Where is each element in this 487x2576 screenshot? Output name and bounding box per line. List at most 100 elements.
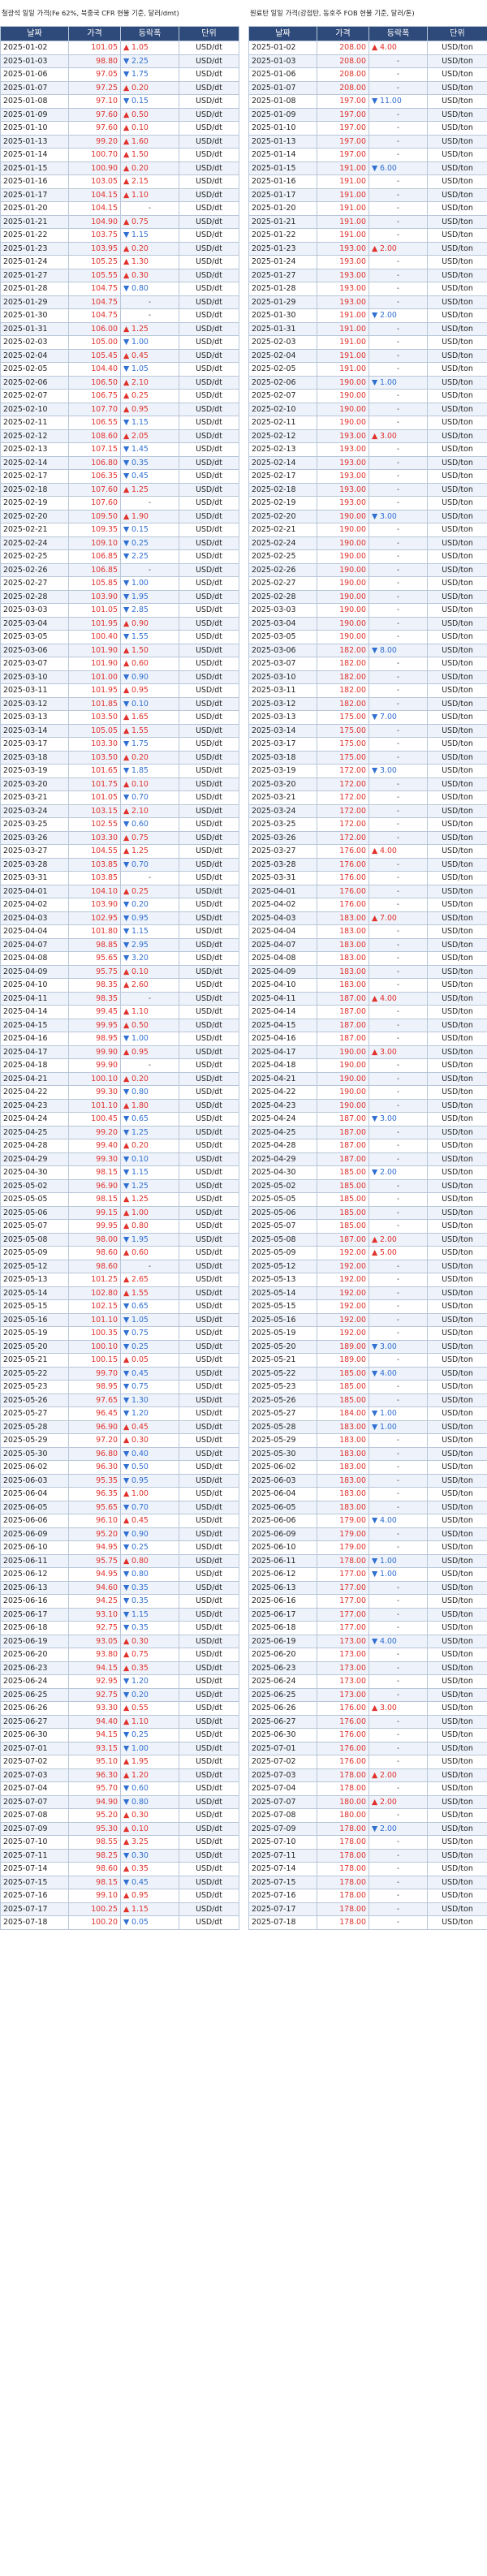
- change-cell: ▲ 5.00: [368, 1246, 428, 1260]
- date-cell: 2025-01-20: [0, 201, 69, 216]
- change-cell: ▼ 0.10: [120, 696, 179, 711]
- change-value: -: [396, 686, 400, 695]
- change-cell: -: [368, 1875, 428, 1889]
- unit-cell: USD/ton: [427, 1755, 487, 1769]
- change-value: 0.75: [131, 217, 149, 226]
- table-row: 2025-01-14 100.70 ▲ 1.50 USD/dt: [0, 148, 239, 162]
- table-row: 2025-01-03 208.00- USD/ton: [248, 54, 487, 68]
- date-cell: 2025-02-14: [248, 455, 317, 470]
- unit-cell: USD/ton: [427, 1862, 487, 1876]
- change-value: -: [396, 927, 400, 936]
- unit-cell: USD/ton: [427, 1580, 487, 1595]
- change-value: -: [396, 967, 400, 976]
- change-value: -: [396, 886, 400, 896]
- change-cell: ▼ 0.75: [120, 1326, 179, 1341]
- change-value: 0.55: [131, 1704, 149, 1712]
- unit-cell: USD/ton: [427, 803, 487, 818]
- change-value: 0.25: [131, 1342, 149, 1351]
- date-cell: 2025-06-17: [0, 1607, 69, 1622]
- unit-cell: USD/ton: [427, 1875, 487, 1889]
- table-row: 2025-07-10 98.55 ▲ 3.25 USD/dt: [0, 1835, 239, 1850]
- unit-cell: USD/ton: [427, 1139, 487, 1153]
- table-row: 2025-04-10 98.35 ▲ 2.60 USD/dt: [0, 978, 239, 993]
- table-row: 2025-04-02 176.00- USD/ton: [248, 898, 487, 912]
- down-arrow-icon: ▼: [123, 1877, 130, 1887]
- unit-cell: USD/ton: [427, 241, 487, 256]
- unit-cell: USD/dt: [179, 1687, 239, 1702]
- table-row: 2025-03-11 182.00- USD/ton: [248, 683, 487, 698]
- table-row: 2025-02-19 193.00- USD/ton: [248, 496, 487, 510]
- price-cell: 101.05: [68, 790, 121, 805]
- date-cell: 2025-06-04: [0, 1487, 69, 1501]
- change-value: 1.15: [131, 418, 149, 427]
- table-row: 2025-02-27 105.85 ▼ 1.00 USD/dt: [0, 576, 239, 591]
- unit-cell: USD/ton: [427, 362, 487, 377]
- down-arrow-icon: ▼: [123, 56, 130, 66]
- change-value: 0.35: [131, 1596, 149, 1605]
- price-cell: 106.75: [68, 389, 121, 403]
- date-cell: 2025-06-13: [0, 1580, 69, 1595]
- unit-cell: USD/dt: [179, 657, 239, 671]
- change-cell: ▼ 0.90: [120, 670, 179, 684]
- price-cell: 98.60: [68, 1259, 121, 1273]
- price-cell: 101.95: [68, 616, 121, 631]
- down-arrow-icon: ▼: [123, 1315, 130, 1325]
- unit-cell: USD/ton: [427, 282, 487, 296]
- date-cell: 2025-04-23: [248, 1098, 317, 1113]
- change-cell: ▼ 0.20: [120, 898, 179, 912]
- unit-cell: USD/dt: [179, 1714, 239, 1729]
- date-cell: 2025-04-25: [248, 1125, 317, 1139]
- table-row: 2025-04-18 190.00- USD/ton: [248, 1058, 487, 1073]
- table-row: 2025-02-12 193.00 ▲ 3.00 USD/ton: [248, 429, 487, 443]
- date-cell: 2025-02-19: [248, 496, 317, 510]
- down-arrow-icon: ▼: [372, 311, 378, 320]
- table-row: 2025-07-11 178.00- USD/ton: [248, 1848, 487, 1863]
- date-cell: 2025-01-13: [0, 134, 69, 149]
- change-cell: -: [368, 803, 428, 818]
- date-cell: 2025-04-04: [0, 924, 69, 939]
- price-cell: 106.55: [68, 416, 121, 430]
- change-value: -: [396, 1208, 400, 1217]
- date-cell: 2025-05-19: [0, 1326, 69, 1341]
- change-value: 1.30: [131, 1395, 149, 1405]
- price-cell: 104.15: [68, 187, 121, 202]
- table-row: 2025-04-14 187.00- USD/ton: [248, 1005, 487, 1019]
- change-value: -: [396, 1382, 400, 1391]
- table-row: 2025-06-02 96.30 ▼ 0.50 USD/dt: [0, 1460, 239, 1475]
- down-arrow-icon: ▼: [123, 418, 130, 427]
- table-row: 2025-02-17 106.35 ▼ 0.45 USD/dt: [0, 469, 239, 484]
- table-row: 2025-01-28 193.00- USD/ton: [248, 282, 487, 296]
- price-cell: 99.10: [68, 1889, 121, 1903]
- price-cell: 185.00: [317, 1219, 369, 1234]
- price-cell: 94.95: [68, 1567, 121, 1582]
- unit-cell: USD/ton: [427, 1621, 487, 1635]
- unit-cell: USD/ton: [427, 589, 487, 604]
- table-row: 2025-07-04 95.70 ▼ 0.60 USD/dt: [0, 1781, 239, 1796]
- change-value: 1.25: [131, 846, 149, 855]
- table-row: 2025-02-20 109.50 ▲ 1.90 USD/dt: [0, 509, 239, 523]
- date-cell: 2025-06-04: [248, 1487, 317, 1501]
- unit-cell: USD/dt: [179, 1621, 239, 1635]
- change-value: 3.00: [380, 511, 397, 521]
- change-value: -: [148, 1261, 152, 1271]
- price-cell: 100.15: [68, 1353, 121, 1368]
- table-row: 2025-02-18 107.60 ▲ 1.25 USD/dt: [0, 482, 239, 497]
- change-cell: -: [368, 978, 428, 993]
- table-row: 2025-04-21 190.00- USD/ton: [248, 1071, 487, 1086]
- change-cell: ▼ 0.60: [120, 817, 179, 832]
- table-row: 2025-04-09 183.00- USD/ton: [248, 964, 487, 979]
- unit-cell: USD/dt: [179, 803, 239, 818]
- up-arrow-icon: ▲: [123, 1007, 130, 1016]
- change-value: 4.00: [380, 993, 397, 1003]
- unit-cell: USD/ton: [427, 1781, 487, 1796]
- table-row: 2025-03-20 101.75 ▲ 0.10 USD/dt: [0, 777, 239, 791]
- unit-cell: USD/dt: [179, 321, 239, 336]
- date-cell: 2025-02-05: [248, 362, 317, 377]
- table-row: 2025-03-07 101.90 ▲ 0.60 USD/dt: [0, 657, 239, 671]
- date-cell: 2025-06-19: [0, 1634, 69, 1648]
- change-cell: ▲ 0.35: [120, 1661, 179, 1675]
- table-row: 2025-01-15 100.90 ▲ 0.20 USD/dt: [0, 161, 239, 175]
- change-value: 1.25: [131, 1195, 149, 1204]
- up-arrow-icon: ▲: [123, 351, 130, 360]
- change-cell: -: [368, 576, 428, 591]
